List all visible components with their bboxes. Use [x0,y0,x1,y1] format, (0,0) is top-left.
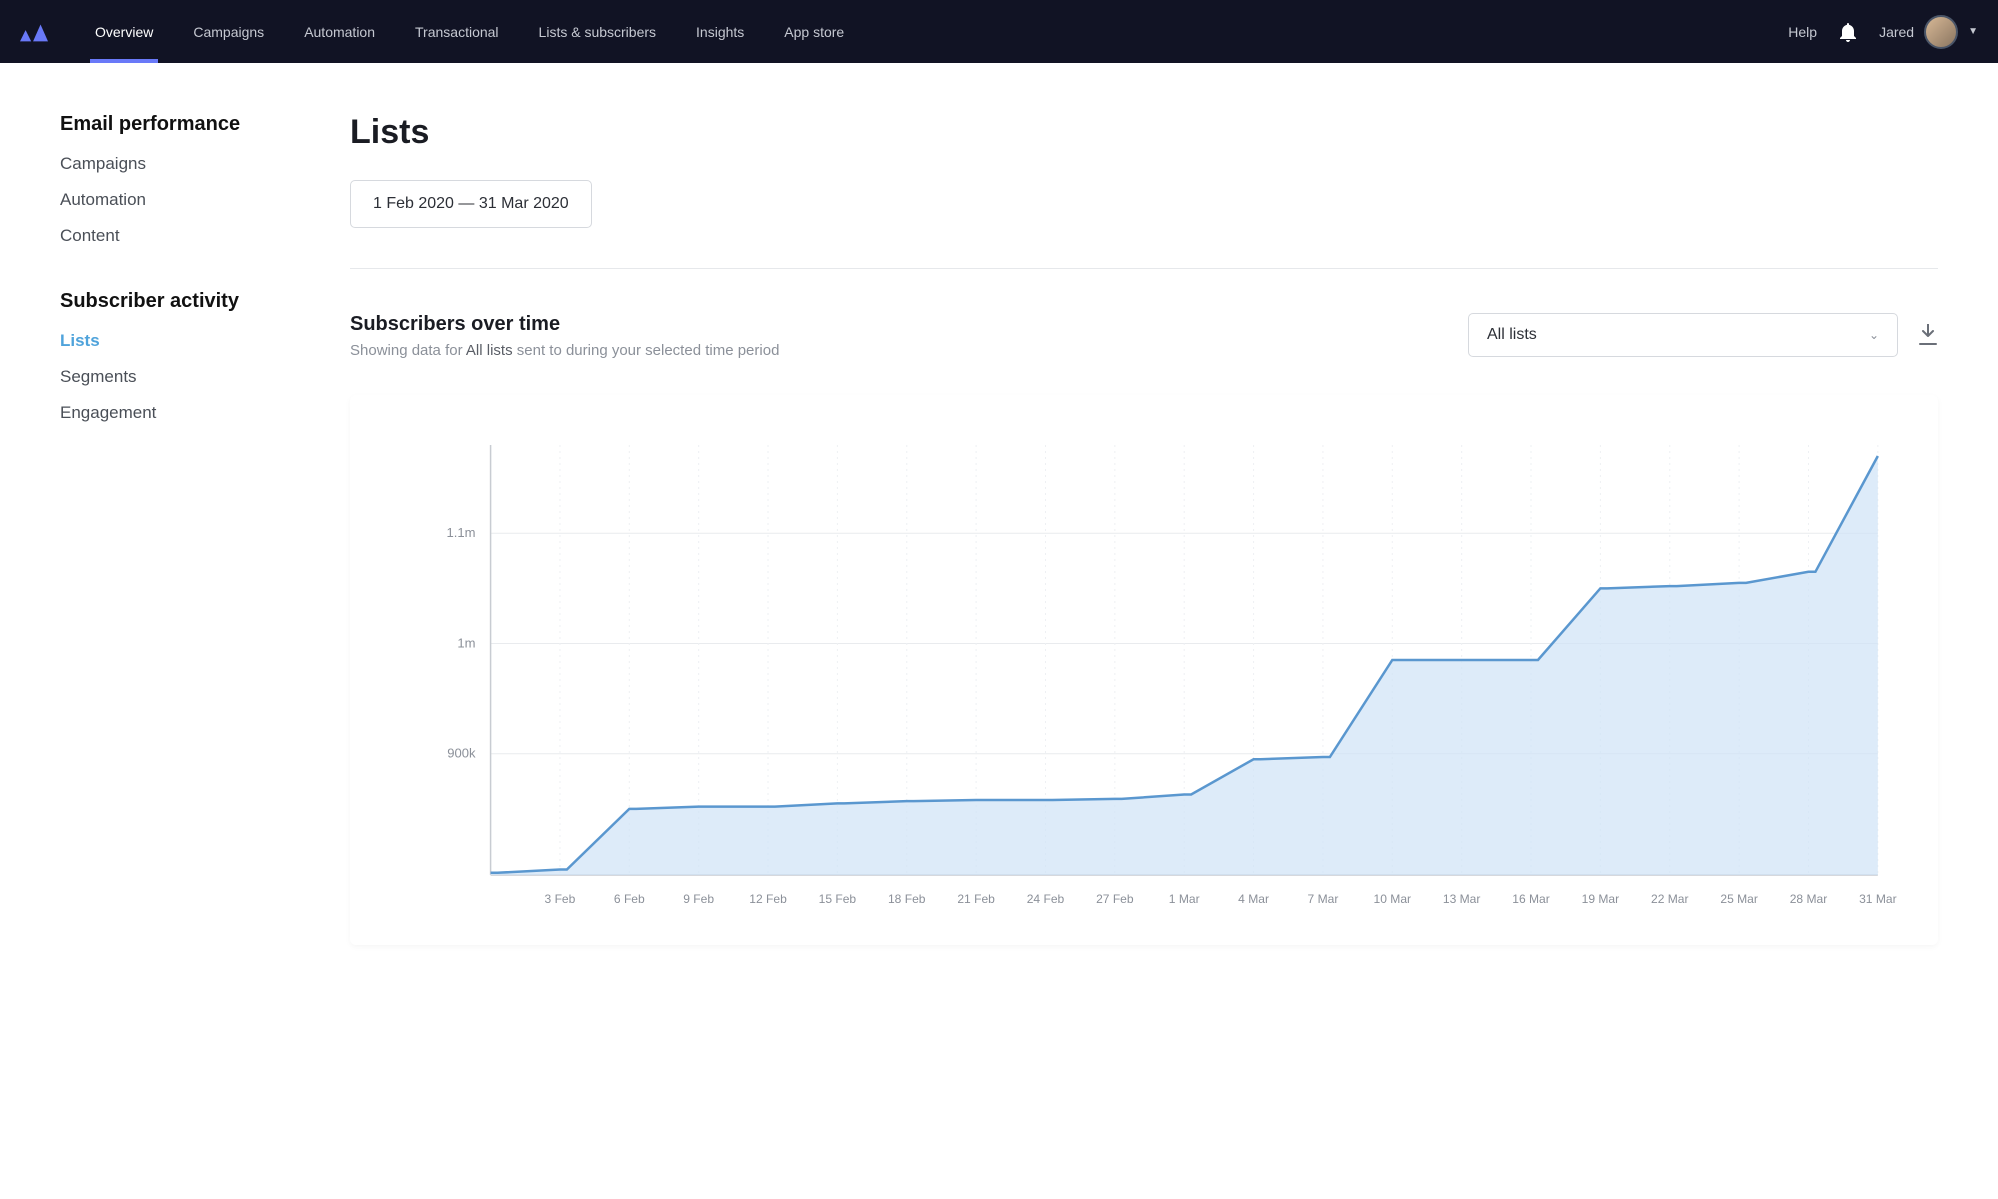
svg-text:15 Feb: 15 Feb [819,892,857,906]
svg-text:900k: 900k [447,746,476,761]
svg-text:16 Mar: 16 Mar [1512,892,1550,906]
svg-text:24 Feb: 24 Feb [1027,892,1065,906]
sidebar-item-automation[interactable]: Automation [60,190,290,210]
nav-item-lists-subscribers[interactable]: Lists & subscribers [519,0,676,63]
nav-item-campaigns[interactable]: Campaigns [173,0,284,63]
section-controls: All lists ⌄ [1468,313,1938,357]
section-subtitle: Showing data for All lists sent to durin… [350,342,779,359]
header-right: Help Jared ▼ [1788,15,1978,49]
date-range-picker[interactable]: 1 Feb 2020 — 31 Mar 2020 [350,180,592,228]
sidebar-item-segments[interactable]: Segments [60,367,290,387]
svg-text:1m: 1m [457,635,475,650]
nav-item-overview[interactable]: Overview [75,0,173,63]
chart-card: 900k 1m 1.1m 3 Feb 6 Feb 9 Feb 12 Feb 15 Feb 18 … [350,395,1938,945]
sidebar: Email performance Campaigns Automation Con… [60,113,290,945]
page-title: Lists [350,113,1938,152]
svg-text:4 Mar: 4 Mar [1238,892,1269,906]
svg-text:12 Feb: 12 Feb [749,892,787,906]
sidebar-group-subscriber-activity: Subscriber activity [60,290,290,313]
list-filter-value: All lists [1487,326,1537,344]
section-title: Subscribers over time [350,313,779,336]
nav-item-transactional[interactable]: Transactional [395,0,519,63]
svg-text:10 Mar: 10 Mar [1374,892,1412,906]
svg-text:19 Mar: 19 Mar [1582,892,1620,906]
help-link[interactable]: Help [1788,24,1817,40]
user-menu[interactable]: Jared ▼ [1879,15,1978,49]
svg-text:28 Mar: 28 Mar [1790,892,1828,906]
svg-text:7 Mar: 7 Mar [1308,892,1339,906]
main-layout: Email performance Campaigns Automation Con… [0,63,1998,985]
nav-item-insights[interactable]: Insights [676,0,764,63]
chevron-down-icon: ⌄ [1869,328,1879,342]
sidebar-item-lists[interactable]: Lists [60,331,290,351]
section-header: Subscribers over time Showing data for A… [350,313,1938,359]
svg-text:18 Feb: 18 Feb [888,892,926,906]
svg-text:1 Mar: 1 Mar [1169,892,1200,906]
nav-item-app-store[interactable]: App store [764,0,864,63]
svg-text:9 Feb: 9 Feb [683,892,714,906]
svg-text:3 Feb: 3 Feb [545,892,576,906]
top-nav: OverviewCampaignsAutomationTransactional… [75,0,864,63]
svg-text:25 Mar: 25 Mar [1720,892,1758,906]
svg-text:31 Mar: 31 Mar [1859,892,1897,906]
divider [350,268,1938,269]
content: Lists 1 Feb 2020 — 31 Mar 2020 Subscribe… [350,113,1938,945]
brand-logo[interactable] [20,21,50,43]
svg-text:27 Feb: 27 Feb [1096,892,1134,906]
download-icon[interactable] [1918,324,1938,346]
notifications-icon[interactable] [1839,22,1857,42]
subscribers-chart: 900k 1m 1.1m 3 Feb 6 Feb 9 Feb 12 Feb 15 Feb 18 … [380,435,1908,915]
svg-text:6 Feb: 6 Feb [614,892,645,906]
svg-text:13 Mar: 13 Mar [1443,892,1481,906]
user-name: Jared [1879,24,1914,40]
sidebar-item-content[interactable]: Content [60,226,290,246]
svg-text:21 Feb: 21 Feb [957,892,995,906]
sidebar-group-email-performance: Email performance [60,113,290,136]
avatar [1924,15,1958,49]
svg-text:1.1m: 1.1m [446,525,475,540]
sidebar-item-engagement[interactable]: Engagement [60,403,290,423]
chevron-down-icon: ▼ [1968,26,1978,37]
list-filter-select[interactable]: All lists ⌄ [1468,313,1898,357]
top-header: OverviewCampaignsAutomationTransactional… [0,0,1998,63]
svg-text:22 Mar: 22 Mar [1651,892,1689,906]
sidebar-item-campaigns[interactable]: Campaigns [60,154,290,174]
nav-item-automation[interactable]: Automation [284,0,395,63]
